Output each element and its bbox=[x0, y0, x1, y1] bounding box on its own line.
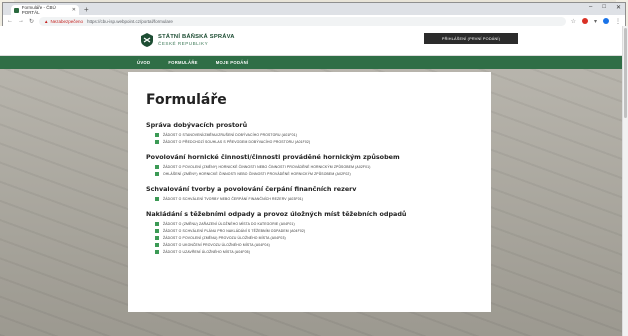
section-title: Správa dobývacích prostorů bbox=[146, 121, 248, 129]
form-link[interactable]: OHLÁŠENÍ (ZMĚNY) HORNICKÉ ČINNOSTI NEBO … bbox=[146, 172, 477, 176]
logo-subtitle: ČESKÉ REPUBLIKY bbox=[158, 41, 209, 46]
document-icon bbox=[155, 133, 159, 137]
tab-strip: Formuláře - ČBÚ PORTÁL ✕ + – □ ✕ bbox=[3, 3, 625, 15]
url-text[interactable]: https://cbu-isp.webpoint.cz/portal/formu… bbox=[87, 19, 173, 24]
document-icon bbox=[155, 250, 159, 254]
forms-card: Formuláře Správa dobývacích prostorů ŽÁD… bbox=[128, 72, 491, 312]
form-link[interactable]: ŽÁDOST O (ZMĚNU) ZAŘAZENÍ ÚLOŽNÉHO MÍSTA… bbox=[146, 222, 477, 226]
document-icon bbox=[155, 197, 159, 201]
nav-item-uvod[interactable]: ÚVOD bbox=[137, 60, 150, 65]
not-secure-label[interactable]: Nezabezpečeno bbox=[51, 19, 84, 24]
nav-item-moje-podani[interactable]: MOJE PODÁNÍ bbox=[216, 60, 249, 65]
logo-title: STÁTNÍ BÁŇSKÁ SPRÁVA bbox=[158, 34, 235, 40]
login-button[interactable]: PŘIHLÁŠENÍ (PRVNÍ PODÁNÍ) bbox=[424, 33, 518, 44]
site-header: STÁTNÍ BÁŇSKÁ SPRÁVA ČESKÉ REPUBLIKY PŘI… bbox=[0, 26, 628, 56]
form-link-label[interactable]: ŽÁDOST O UKONČENÍ PROVOZU ÚLOŽNÉHO MÍSTA… bbox=[163, 243, 270, 247]
form-link[interactable]: ŽÁDOST O SCHVÁLENÍ PLÁNU PRO NAKLÁDÁNÍ S… bbox=[146, 229, 477, 233]
form-link[interactable]: ŽÁDOST O POVOLENÍ (ZMĚNU) PROVOZU ÚLOŽNÉ… bbox=[146, 236, 477, 240]
star-icon[interactable]: ☆ bbox=[571, 18, 576, 25]
maximize-button[interactable]: □ bbox=[602, 4, 606, 11]
section-tezebni-odpady: Nakládání s těžebními odpady a provoz úl… bbox=[146, 210, 477, 254]
section-financni-rezervy: Schvalování tvorby a povolování čerpání … bbox=[146, 185, 477, 201]
profile-avatar[interactable] bbox=[603, 18, 609, 24]
new-tab-button[interactable]: + bbox=[84, 5, 89, 15]
document-icon bbox=[155, 236, 159, 240]
page-title: Formuláře bbox=[146, 92, 227, 108]
toolbar-right: ☆ ▾ ⋮ bbox=[571, 18, 621, 25]
forward-arrow-icon[interactable]: → bbox=[18, 18, 24, 24]
form-link-label[interactable]: ŽÁDOST O POVOLENÍ (ZMĚNU) PROVOZU ÚLOŽNÉ… bbox=[163, 236, 286, 240]
form-link[interactable]: ŽÁDOST O UZAVŘENÍ ÚLOŽNÉHO MÍSTA (A04F05… bbox=[146, 250, 477, 254]
browser-tab[interactable]: Formuláře - ČBÚ PORTÁL ✕ bbox=[11, 5, 79, 15]
document-icon bbox=[155, 172, 159, 176]
emblem-icon bbox=[141, 33, 153, 47]
reload-icon[interactable]: ↻ bbox=[29, 18, 34, 25]
section-title: Schvalování tvorby a povolování čerpání … bbox=[146, 185, 357, 193]
form-link-label[interactable]: ŽÁDOST O (ZMĚNU) ZAŘAZENÍ ÚLOŽNÉHO MÍSTA… bbox=[163, 222, 295, 226]
form-link-label[interactable]: ŽÁDOST O PŘEDCHOZÍ SOUHLAS S PŘEVODEM DO… bbox=[163, 140, 310, 144]
menu-dots-icon[interactable]: ▾ bbox=[594, 18, 597, 25]
document-icon bbox=[155, 229, 159, 233]
more-menu-icon[interactable]: ⋮ bbox=[615, 18, 621, 25]
section-hornicka-cinnost: Povolování hornické činnosti/činnosti pr… bbox=[146, 153, 477, 176]
form-link[interactable]: ŽÁDOST O SCHVÁLENÍ TVORBY NEBO ČERPÁNÍ F… bbox=[146, 197, 477, 201]
section-title: Povolování hornické činnosti/činnosti pr… bbox=[146, 153, 400, 161]
form-link-label[interactable]: OHLÁŠENÍ (ZMĚNY) HORNICKÉ ČINNOSTI NEBO … bbox=[163, 172, 351, 176]
form-link-label[interactable]: ŽÁDOST O STANOVENÍ/ZMĚNU/ZRUŠENÍ DOBÝVAC… bbox=[163, 133, 297, 137]
logo-text: STÁTNÍ BÁŇSKÁ SPRÁVA ČESKÉ REPUBLIKY bbox=[158, 34, 235, 46]
scrollbar-thumb[interactable] bbox=[624, 28, 627, 118]
page-scrollbar[interactable] bbox=[622, 26, 628, 336]
section-dobyvaci-prostory: Správa dobývacích prostorů ŽÁDOST O STAN… bbox=[146, 121, 477, 144]
nav-item-formulare[interactable]: FORMULÁŘE bbox=[168, 60, 197, 65]
form-link[interactable]: ŽÁDOST O PŘEDCHOZÍ SOUHLAS S PŘEVODEM DO… bbox=[146, 140, 477, 144]
main-nav: ÚVOD FORMULÁŘE MOJE PODÁNÍ bbox=[0, 56, 628, 69]
form-link[interactable]: ŽÁDOST O STANOVENÍ/ZMĚNU/ZRUŠENÍ DOBÝVAC… bbox=[146, 133, 477, 137]
extension-icon[interactable] bbox=[581, 18, 588, 24]
form-link[interactable]: ŽÁDOST O UKONČENÍ PROVOZU ÚLOŽNÉHO MÍSTA… bbox=[146, 243, 477, 247]
document-icon bbox=[155, 140, 159, 144]
address-bar[interactable]: ▲ Nezabezpečeno https://cbu-isp.webpoint… bbox=[39, 16, 566, 26]
site-logo[interactable]: STÁTNÍ BÁŇSKÁ SPRÁVA ČESKÉ REPUBLIKY bbox=[141, 33, 235, 47]
window-controls: – □ ✕ bbox=[589, 4, 621, 11]
section-title: Nakládání s těžebními odpady a provoz úl… bbox=[146, 210, 407, 218]
warning-icon[interactable]: ▲ bbox=[44, 19, 48, 24]
form-link[interactable]: ŽÁDOST O POVOLENÍ (ZMĚNY) HORNICKÉ ČINNO… bbox=[146, 165, 477, 169]
minimize-button[interactable]: – bbox=[589, 4, 592, 11]
document-icon bbox=[155, 222, 159, 226]
tab-title: Formuláře - ČBÚ PORTÁL bbox=[21, 5, 56, 15]
back-arrow-icon[interactable]: ← bbox=[7, 18, 13, 24]
document-icon bbox=[155, 165, 159, 169]
form-link-label[interactable]: ŽÁDOST O SCHVÁLENÍ TVORBY NEBO ČERPÁNÍ F… bbox=[163, 197, 303, 201]
form-link-label[interactable]: ŽÁDOST O SCHVÁLENÍ PLÁNU PRO NAKLÁDÁNÍ S… bbox=[163, 229, 305, 233]
close-window-button[interactable]: ✕ bbox=[616, 4, 621, 11]
tab-close-icon[interactable]: ✕ bbox=[72, 7, 76, 13]
document-icon bbox=[155, 243, 159, 247]
form-link-label[interactable]: ŽÁDOST O UZAVŘENÍ ÚLOŽNÉHO MÍSTA (A04F05… bbox=[163, 250, 250, 254]
favicon-icon bbox=[14, 7, 19, 13]
form-link-label[interactable]: ŽÁDOST O POVOLENÍ (ZMĚNY) HORNICKÉ ČINNO… bbox=[163, 165, 370, 169]
